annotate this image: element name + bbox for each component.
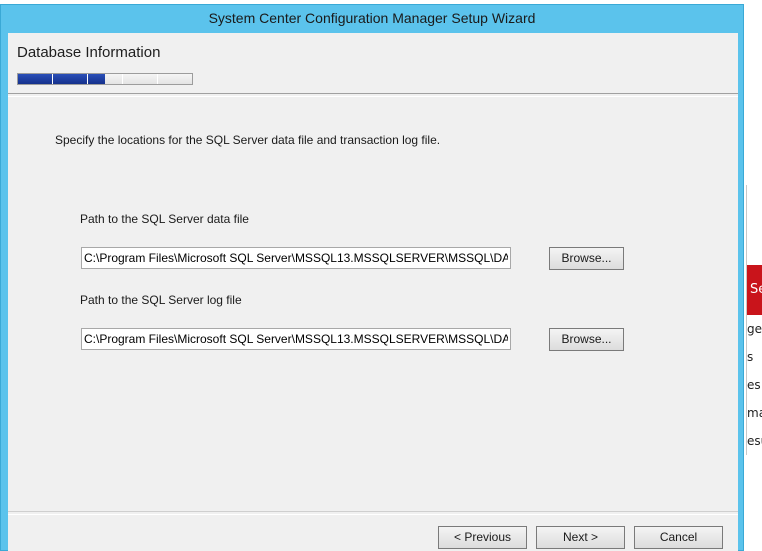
wizard-content: Specify the locations for the SQL Server… bbox=[8, 95, 738, 511]
cancel-button[interactable]: Cancel bbox=[634, 526, 723, 549]
progress-segment bbox=[88, 74, 123, 84]
progress-segment bbox=[123, 74, 158, 84]
progress-segment bbox=[18, 74, 53, 84]
wizard-progress-bar bbox=[17, 73, 193, 85]
next-button[interactable]: Next > bbox=[536, 526, 625, 549]
log-file-label: Path to the SQL Server log file bbox=[80, 293, 242, 307]
browse-log-file-button[interactable]: Browse... bbox=[549, 328, 624, 351]
progress-segment-fill bbox=[18, 74, 52, 84]
background-text-line: gea bbox=[747, 322, 762, 336]
background-text-line: s bbox=[747, 350, 754, 364]
progress-segment bbox=[158, 74, 192, 84]
page-title: Database Information bbox=[17, 44, 161, 61]
progress-segment bbox=[53, 74, 88, 84]
window-title[interactable]: System Center Configuration Manager Setu… bbox=[1, 5, 743, 32]
browse-data-file-button[interactable]: Browse... bbox=[549, 247, 624, 270]
instruction-text: Specify the locations for the SQL Server… bbox=[55, 133, 441, 147]
screen: Se gea s es ma esu System Center Configu… bbox=[0, 0, 762, 551]
background-text-line: ma bbox=[747, 406, 762, 420]
progress-segment-fill bbox=[88, 74, 105, 84]
wizard-client-area: Database Information Specify the locatio… bbox=[8, 33, 738, 551]
background-text-line: es bbox=[747, 378, 761, 392]
background-text-line: esu bbox=[747, 434, 762, 448]
progress-segment-fill bbox=[53, 74, 87, 84]
log-file-path-input[interactable] bbox=[81, 328, 511, 350]
data-file-path-input[interactable] bbox=[81, 247, 511, 269]
background-red-banner: Se bbox=[747, 265, 762, 315]
data-file-label: Path to the SQL Server data file bbox=[80, 212, 249, 226]
footer-divider bbox=[8, 511, 738, 515]
previous-button[interactable]: < Previous bbox=[438, 526, 527, 549]
setup-wizard-window: System Center Configuration Manager Setu… bbox=[0, 4, 744, 551]
wizard-header: Database Information bbox=[8, 33, 738, 93]
